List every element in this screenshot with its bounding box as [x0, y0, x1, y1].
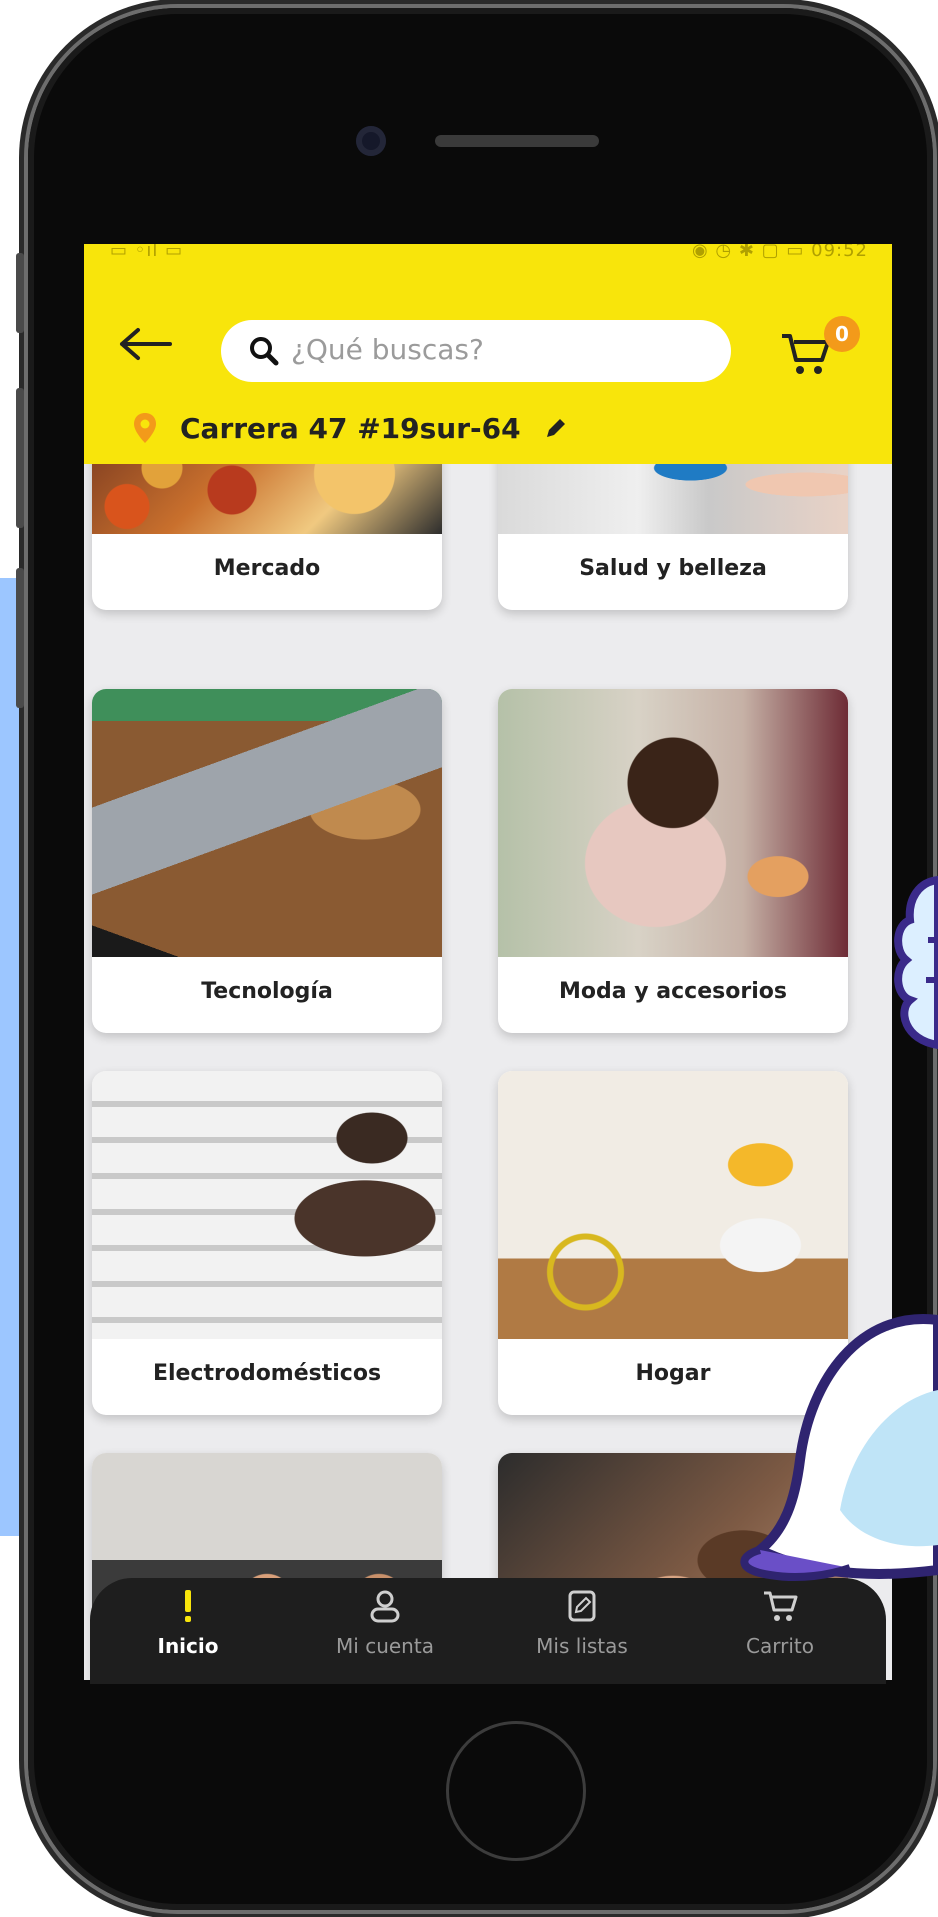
search-icon	[250, 337, 279, 366]
nav-label: Mis listas	[536, 1634, 628, 1658]
delivery-address[interactable]: Carrera 47 #19sur-64	[132, 408, 569, 448]
location-pin-icon	[134, 413, 156, 443]
category-image	[498, 689, 848, 957]
category-image	[92, 464, 442, 534]
category-label: Electrodomésticos	[152, 1361, 382, 1386]
category-image	[92, 689, 442, 957]
category-label: Moda y accesorios	[559, 979, 787, 1004]
search-bar[interactable]: ¿Qué buscas?	[221, 320, 731, 382]
category-label: Mercado	[213, 556, 321, 581]
category-label: Salud y belleza	[579, 556, 767, 581]
category-card-moda-accesorios[interactable]: Moda y accesorios	[498, 689, 848, 1033]
nav-item-inicio[interactable]: Inicio	[98, 1588, 278, 1658]
nav-item-mis-listas[interactable]: Mis listas	[492, 1588, 672, 1658]
status-bar: ▭ ◦ıl ▭ ◉ ◷ ✱ ▢ ▭ 09:52	[84, 244, 892, 262]
nav-label: Carrito	[746, 1634, 814, 1658]
exclamation-icon	[185, 1590, 191, 1622]
category-image	[92, 1071, 442, 1339]
list-edit-icon	[568, 1590, 596, 1622]
category-card-salud-belleza[interactable]: Salud y belleza	[498, 464, 848, 610]
mascot-illustration	[740, 1314, 938, 1582]
cart-count-badge: 0	[824, 316, 860, 352]
mascot-hand-illustration	[894, 875, 938, 1050]
phone-side-button	[16, 253, 24, 333]
nav-item-mi-cuenta[interactable]: Mi cuenta	[295, 1588, 475, 1658]
category-card-tecnologia[interactable]: Tecnología	[92, 689, 442, 1033]
nav-label: Inicio	[157, 1634, 219, 1658]
front-camera	[356, 126, 386, 156]
phone-volume-up-button	[16, 388, 24, 528]
category-card-mercado[interactable]: Mercado	[92, 464, 442, 610]
category-card-electrodomesticos[interactable]: Electrodomésticos	[92, 1071, 442, 1415]
category-image	[498, 464, 848, 534]
category-image	[498, 1071, 848, 1339]
edit-pencil-icon[interactable]	[543, 415, 569, 441]
app-header: ▭ ◦ıl ▭ ◉ ◷ ✱ ▢ ▭ 09:52 ¿Qué buscas? 0 C…	[84, 244, 892, 464]
phone-volume-down-button	[16, 568, 24, 708]
status-bar-left-icons: ▭ ◦ıl ▭	[110, 244, 184, 261]
user-icon	[370, 1590, 400, 1623]
search-input[interactable]: ¿Qué buscas?	[291, 333, 484, 366]
earpiece-speaker	[435, 135, 599, 147]
back-arrow-icon[interactable]	[118, 324, 174, 364]
status-bar-right-icons: ◉ ◷ ✱ ▢ ▭ 09:52	[692, 244, 868, 261]
category-label: Tecnología	[201, 979, 333, 1004]
home-button[interactable]	[446, 1721, 586, 1861]
address-label: Carrera 47 #19sur-64	[180, 411, 521, 445]
nav-label: Mi cuenta	[336, 1634, 434, 1658]
